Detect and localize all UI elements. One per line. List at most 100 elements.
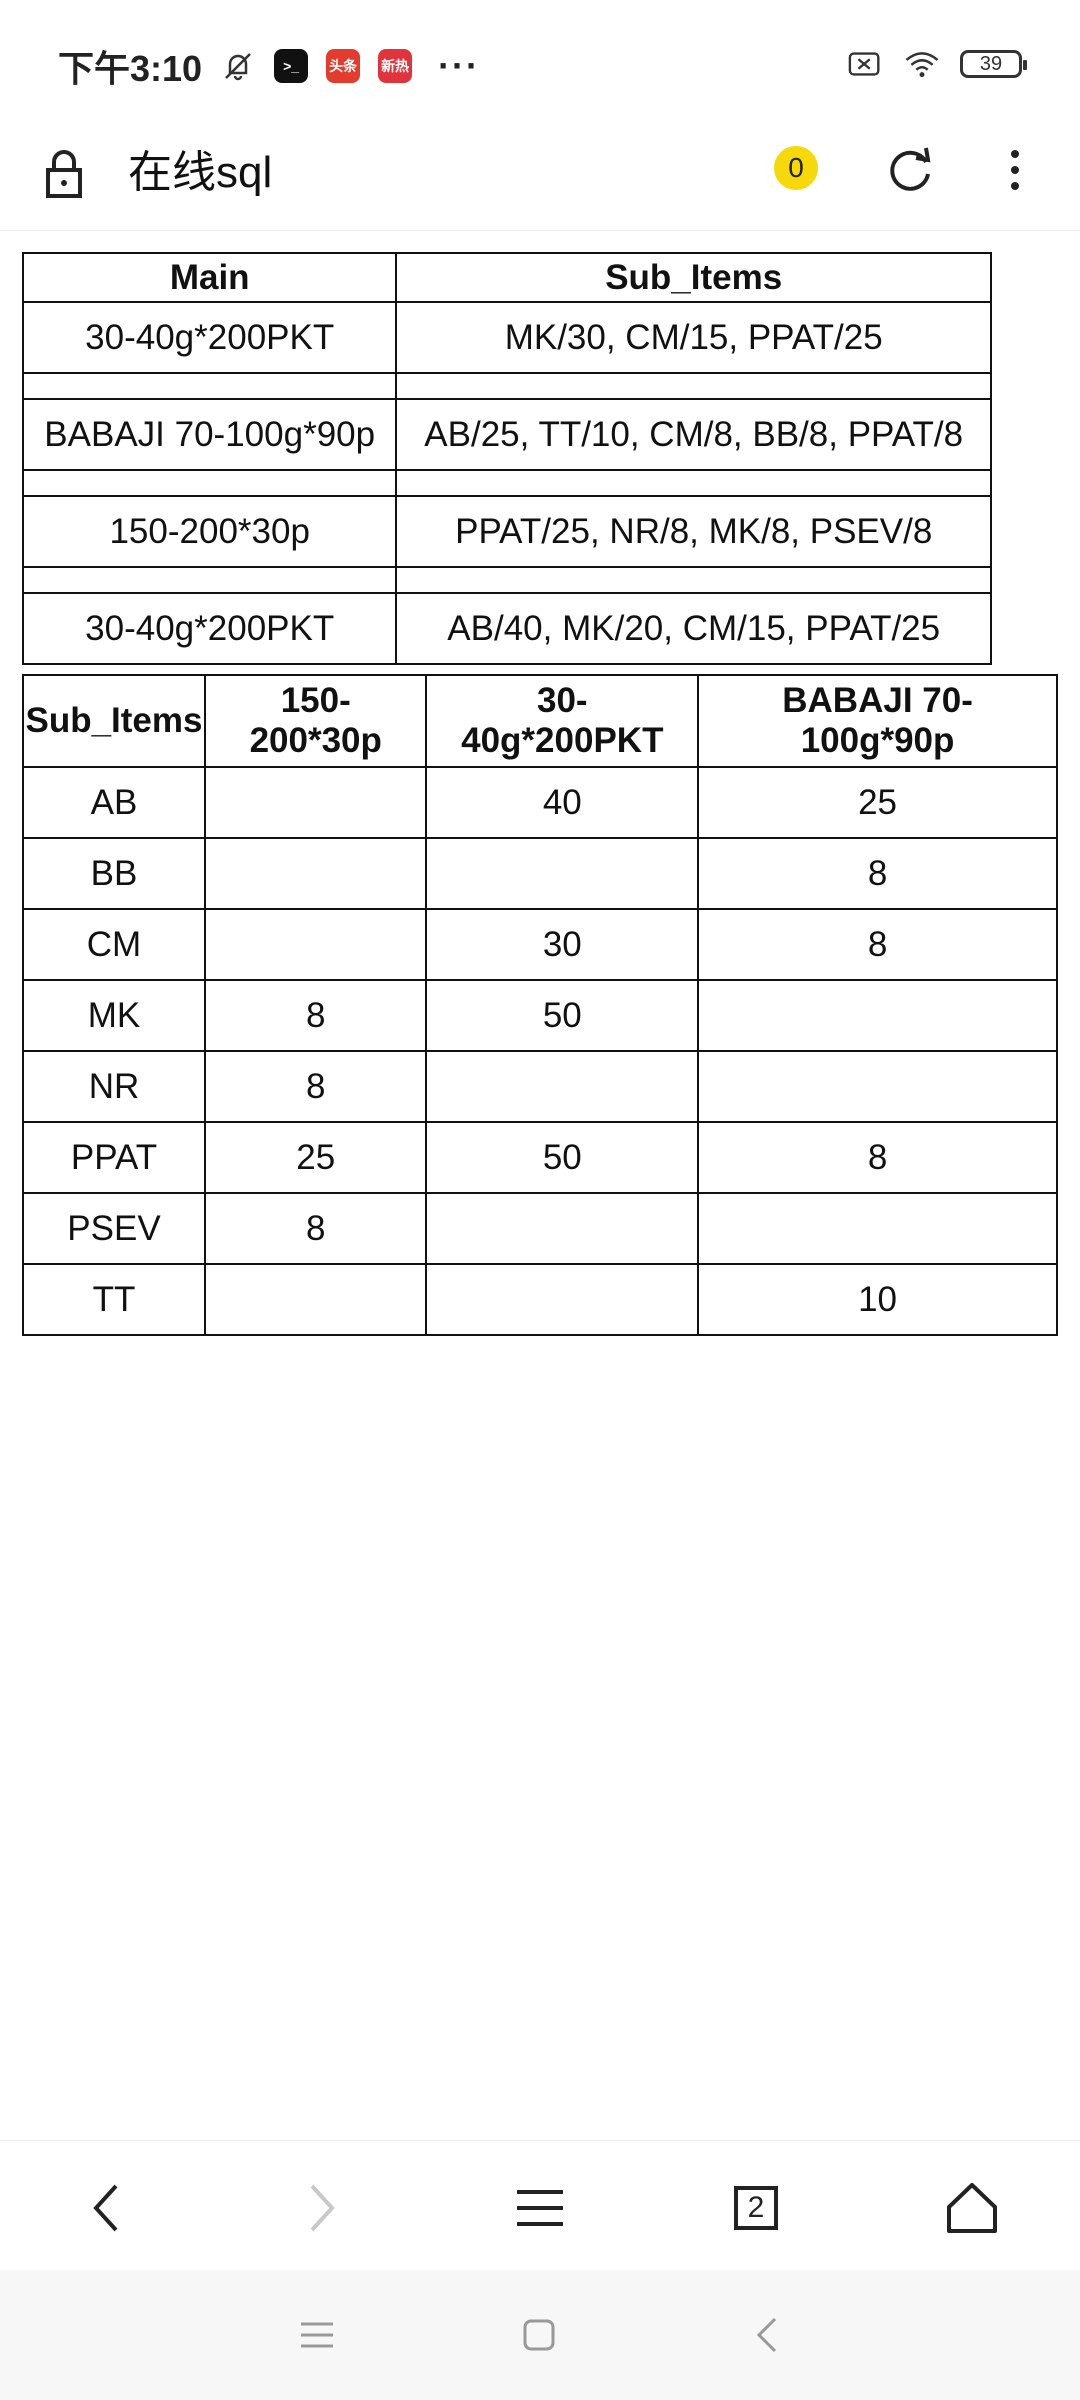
cell-item: CM (22, 908, 206, 981)
blank-cell (21, 469, 398, 497)
table-row: PPAT 25 50 8 (22, 1121, 1058, 1194)
cell-value (425, 1050, 700, 1123)
cell-item: PPAT (22, 1121, 206, 1194)
no-sim-icon (848, 46, 884, 82)
address-bar: 在线sql 0 (0, 130, 1080, 231)
cell-value: 8 (697, 837, 1058, 910)
counter-badge[interactable]: 0 (774, 146, 818, 190)
cell-sub: MK/30, CM/15, PPAT/25 (395, 301, 992, 374)
header-sub-items: Sub_Items (395, 252, 992, 303)
header-text: 30- 40g*200PKT (461, 681, 664, 760)
toutiao-app-icon: 头条 (326, 49, 361, 83)
blank-cell (395, 566, 992, 594)
cell-main: 150-200*30p (21, 495, 398, 568)
cell-value: 30 (425, 908, 700, 981)
system-nav-bar (0, 2270, 1080, 2400)
header-babaji: BABAJI 70- 100g*90p (697, 674, 1058, 768)
cell-value (425, 837, 700, 910)
cell-item: NR (22, 1050, 206, 1123)
table-row: CM 30 8 (22, 908, 1058, 981)
blank-cell (21, 372, 398, 400)
blank-row (21, 372, 992, 400)
browser-toolbar: 2 (0, 2140, 1080, 2271)
cell-value: 50 (425, 979, 700, 1052)
cell-value: 8 (697, 908, 1058, 981)
status-left: 下午3:10 >_ 头条 新热 ··· (58, 40, 480, 92)
status-time: 下午3:10 (58, 48, 203, 89)
header-sub-items: Sub_Items (22, 674, 206, 768)
blank-cell (395, 372, 992, 400)
table-header-row: Sub_Items 150- 200*30p 30- 40g*200PKT BA… (22, 674, 1058, 768)
blank-row (21, 566, 992, 594)
cell-value: 8 (203, 979, 428, 1052)
cell-value (425, 1263, 700, 1336)
cell-item: BB (22, 837, 206, 910)
cell-value: 8 (203, 1192, 428, 1265)
main-items-table: Main Sub_Items 30-40g*200PKT MK/30, CM/1… (21, 252, 992, 665)
table-row: PSEV 8 (22, 1192, 1058, 1265)
home-icon[interactable] (940, 2176, 1004, 2240)
cell-value (697, 1050, 1058, 1123)
cell-value (697, 979, 1058, 1052)
cell-value: 25 (697, 766, 1058, 839)
header-text: 150- 200*30p (249, 681, 382, 760)
cell-value (203, 837, 428, 910)
blank-row (21, 469, 992, 497)
cell-sub: AB/25, TT/10, CM/8, BB/8, PPAT/8 (395, 398, 992, 471)
cell-value: 40 (425, 766, 700, 839)
cell-main: 30-40g*200PKT (21, 592, 398, 665)
menu-icon[interactable] (508, 2176, 572, 2240)
pivot-table: Sub_Items 150- 200*30p 30- 40g*200PKT BA… (22, 674, 1058, 1336)
table-row: AB 40 25 (22, 766, 1058, 839)
table-row: NR 8 (22, 1050, 1058, 1123)
page-title[interactable]: 在线sql (128, 140, 272, 206)
battery-indicator: 39 (960, 50, 1027, 78)
blank-cell (21, 566, 398, 594)
cell-sub: AB/40, MK/20, CM/15, PPAT/25 (395, 592, 992, 665)
cell-item: MK (22, 979, 206, 1052)
status-right: 39 (848, 46, 1027, 82)
xinre-app-icon: 新热 (378, 49, 413, 83)
cell-sub: PPAT/25, NR/8, MK/8, PSEV/8 (395, 495, 992, 568)
table-row: BABAJI 70-100g*90p AB/25, TT/10, CM/8, B… (21, 398, 992, 471)
cell-main: BABAJI 70-100g*90p (21, 398, 398, 471)
header-30-40g: 30- 40g*200PKT (425, 674, 700, 768)
cell-value (203, 766, 428, 839)
table-header-row: Main Sub_Items (21, 252, 992, 303)
reload-icon[interactable] (880, 140, 940, 200)
table-row: 30-40g*200PKT AB/40, MK/20, CM/15, PPAT/… (21, 592, 992, 665)
recents-icon[interactable] (294, 2312, 340, 2358)
cell-value: 10 (697, 1263, 1058, 1336)
forward-icon[interactable] (290, 2176, 354, 2240)
cell-main: 30-40g*200PKT (21, 301, 398, 374)
wifi-icon (904, 46, 940, 82)
tabs-icon[interactable]: 2 (724, 2176, 788, 2240)
table-row: 150-200*30p PPAT/25, NR/8, MK/8, PSEV/8 (21, 495, 992, 568)
table-row: 30-40g*200PKT MK/30, CM/15, PPAT/25 (21, 301, 992, 374)
table-row: TT 10 (22, 1263, 1058, 1336)
cell-value (697, 1192, 1058, 1265)
blank-cell (395, 469, 992, 497)
header-150-200: 150- 200*30p (203, 674, 428, 768)
terminal-app-icon: >_ (274, 49, 309, 83)
cell-value: 25 (203, 1121, 428, 1194)
cell-item: TT (22, 1263, 206, 1336)
more-notifications-icon: ··· (438, 45, 481, 86)
lock-icon[interactable] (42, 146, 86, 202)
cell-item: PSEV (22, 1192, 206, 1265)
header-main: Main (21, 252, 398, 303)
cell-value (203, 1263, 428, 1336)
cell-value (425, 1192, 700, 1265)
table-row: MK 8 50 (22, 979, 1058, 1052)
system-back-icon[interactable] (744, 2312, 790, 2358)
home-square-icon[interactable] (516, 2312, 562, 2358)
status-bar: 下午3:10 >_ 头条 新热 ··· 39 (0, 0, 1080, 130)
cell-value: 50 (425, 1121, 700, 1194)
back-icon[interactable] (74, 2176, 138, 2240)
bell-muted-icon (220, 48, 256, 84)
cell-value: 8 (203, 1050, 428, 1123)
table-row: BB 8 (22, 837, 1058, 910)
overflow-menu-icon[interactable] (1000, 140, 1030, 200)
cell-value: 8 (697, 1121, 1058, 1194)
cell-item: AB (22, 766, 206, 839)
